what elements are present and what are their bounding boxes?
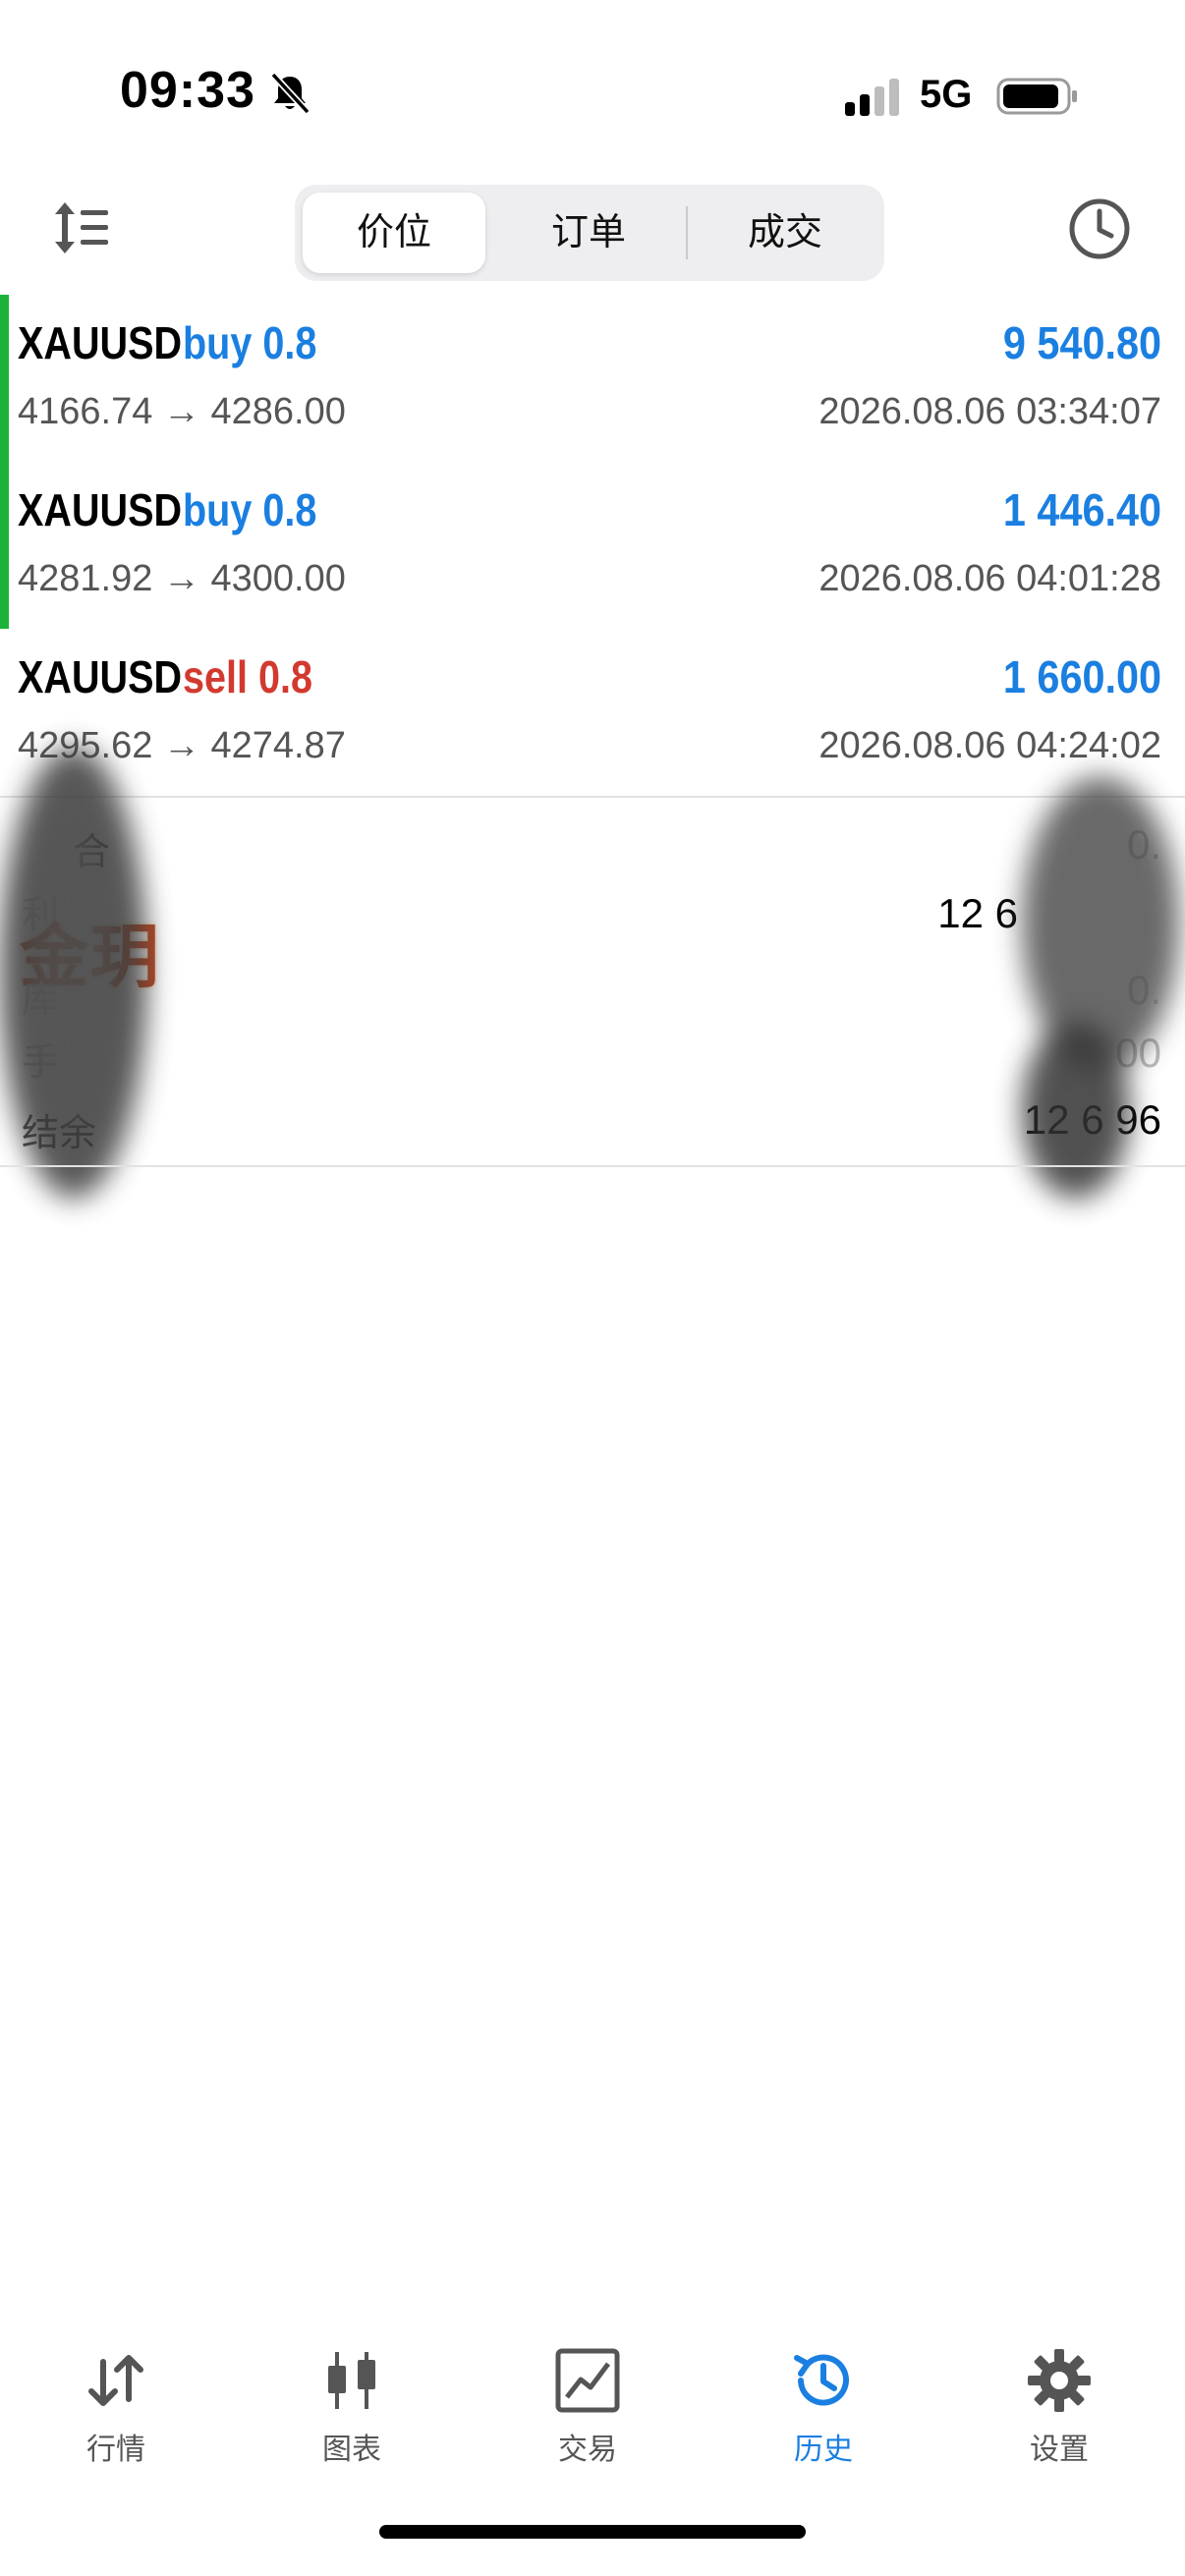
deal-indicator (0, 295, 9, 462)
deal-symbol: XAUUSD (18, 651, 183, 702)
summary-bottom-divider (0, 1165, 1185, 1167)
clock-icon[interactable] (1067, 196, 1132, 261)
deal-row[interactable]: XAUUSD sell 0.8 1 660.00 4295.62 → 4274.… (0, 629, 1185, 796)
deal-side: sell 0.8 (183, 651, 312, 702)
deal-row[interactable]: XAUUSD buy 0.8 9 540.80 4166.74 → 4286.0… (0, 295, 1185, 462)
segment-divider (686, 206, 688, 259)
tab-charts[interactable]: 图表 (263, 2326, 440, 2474)
tab-label: 设置 (1030, 2434, 1089, 2466)
tab-settings[interactable]: 设置 (971, 2326, 1148, 2474)
redaction-smudge (29, 825, 118, 1120)
summary-row-value: 12 6 (937, 890, 1018, 936)
battery-icon (996, 78, 1077, 115)
deal-time: 2026.08.06 04:01:28 (818, 558, 1161, 599)
redaction-smudge (1022, 776, 1179, 1071)
deal-prices: 4166.74 → 4286.00 (18, 391, 346, 432)
bell-muted-icon (270, 72, 310, 115)
tab-history[interactable]: 历史 (735, 2326, 912, 2474)
signal-icon (845, 79, 899, 116)
deal-profit: 1 660.00 (1002, 651, 1161, 702)
deal-symbol: XAUUSD (18, 317, 183, 368)
deal-prices: 4281.92 → 4300.00 (18, 558, 346, 599)
sort-icon[interactable] (51, 196, 114, 259)
tab-quotes[interactable]: 行情 (28, 2326, 204, 2474)
deal-row[interactable]: XAUUSD buy 0.8 1 446.40 4281.92 → 4300.0… (0, 462, 1185, 629)
summary-top-divider (0, 796, 1185, 798)
candlestick-icon (328, 2352, 375, 2409)
tab-label: 图表 (322, 2434, 381, 2466)
status-bar: 09:33 5G (0, 0, 1185, 187)
history-icon (794, 2354, 849, 2406)
deal-symbol: XAUUSD (18, 484, 183, 535)
deal-profit: 1 446.40 (1002, 484, 1161, 535)
tab-label: 交易 (558, 2434, 617, 2466)
status-time: 09:33 (120, 62, 255, 119)
network-label: 5G (920, 73, 973, 116)
redaction-smudge (1022, 1022, 1130, 1199)
tab-label: 历史 (794, 2434, 853, 2466)
tab-trade[interactable]: 交易 (499, 2326, 676, 2474)
deal-time: 2026.08.06 04:24:02 (818, 725, 1161, 766)
deal-side: buy 0.8 (183, 484, 317, 535)
home-indicator[interactable] (379, 2525, 806, 2539)
deal-side: buy 0.8 (183, 317, 317, 368)
trade-chart-icon (555, 2348, 620, 2413)
segment-order[interactable]: 订单 (497, 193, 680, 273)
tab-bar: 行情 图表 交易 历史 设置 (0, 2326, 1185, 2484)
sort-segmented-control: 价位 订单 成交 (295, 185, 884, 281)
deal-indicator (0, 462, 9, 629)
segment-price[interactable]: 价位 (303, 193, 485, 273)
arrows-updown-icon (88, 2355, 143, 2406)
deal-time: 2026.08.06 03:34:07 (818, 391, 1161, 432)
segment-deal[interactable]: 成交 (694, 193, 876, 273)
deal-profit: 9 540.80 (1002, 317, 1161, 368)
tab-label: 行情 (86, 2434, 145, 2466)
gear-icon (1028, 2349, 1091, 2412)
